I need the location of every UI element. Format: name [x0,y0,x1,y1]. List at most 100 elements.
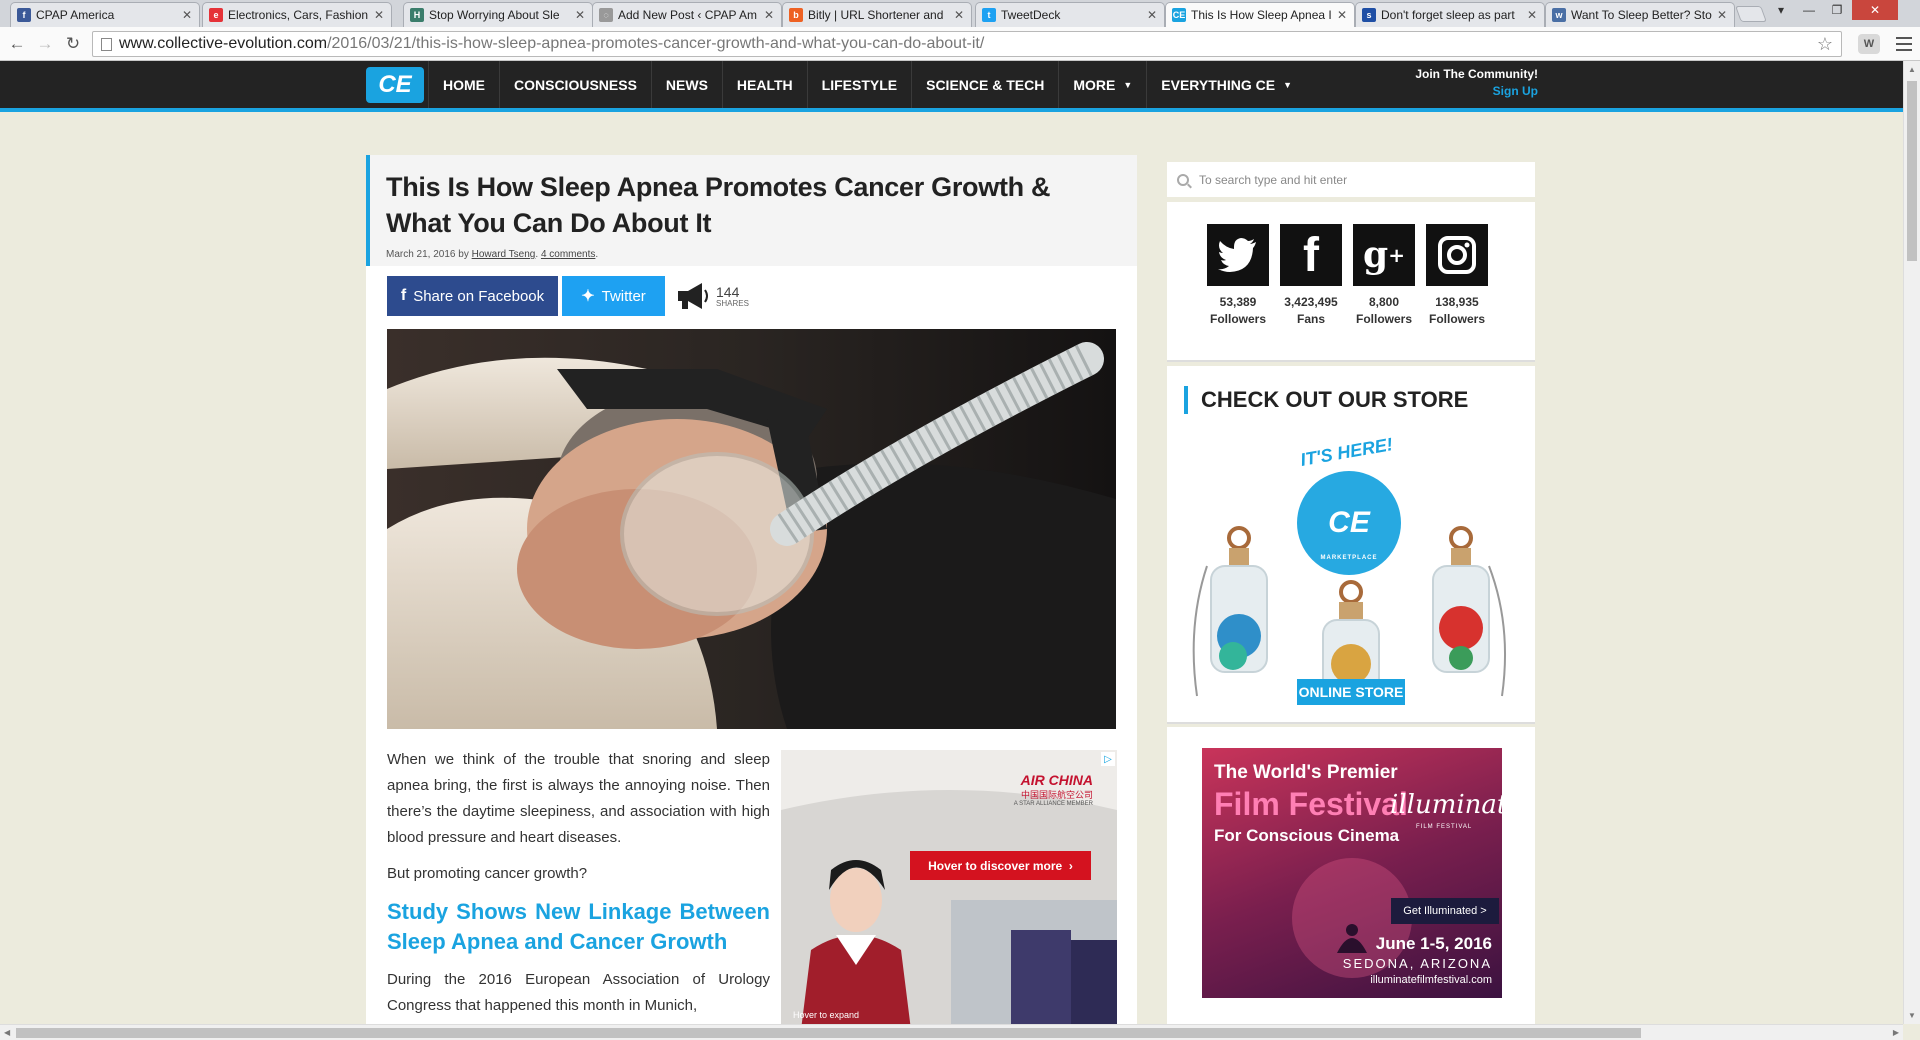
close-tab-icon[interactable]: ✕ [953,8,965,22]
vertical-scroll-thumb[interactable] [1907,81,1917,261]
film-line2: Film Festival [1214,786,1408,822]
get-illuminated-button[interactable]: Get Illuminated > [1391,898,1499,924]
browser-tab[interactable]: CE This Is How Sleep Apnea I ✕ [1165,2,1355,27]
address-bar[interactable]: www.collective-evolution.com/2016/03/21/… [92,31,1842,57]
search-input[interactable]: To search type and hit enter [1167,162,1535,197]
share-count-number: 144 [716,283,740,300]
online-store-button[interactable]: ONLINE STORE [1297,679,1405,705]
article-paragraph: When we think of the trouble that snorin… [387,751,770,846]
nav-item-label: HEALTH [736,76,793,93]
browser-menu-icon[interactable] [1896,35,1912,53]
nav-item-news[interactable]: NEWS [650,61,722,108]
film-website: illuminatefilmfestival.com [1370,974,1492,986]
site2-favicon-icon: w [1552,8,1566,22]
facebook-icon[interactable]: f [1280,224,1342,286]
close-tab-icon[interactable]: ✕ [1146,8,1158,22]
share-count: 144 SHARES [716,285,749,308]
new-tab-button[interactable] [1735,6,1767,22]
close-tab-icon[interactable]: ✕ [574,8,586,22]
minimize-button[interactable]: — [1796,0,1822,20]
close-tab-icon[interactable]: ✕ [181,8,193,22]
ce-favicon-icon: CE [1172,8,1186,22]
bookmark-star-icon[interactable]: ☆ [1817,34,1833,55]
social-instagram[interactable]: 138,935 Followers [1426,224,1488,328]
article-meta: March 21, 2016 by Howard Tseng. 4 commen… [386,249,599,260]
scroll-left-icon[interactable]: ◀ [4,1028,10,1037]
article-subheading: Study Shows New Linkage Between Sleep Ap… [387,899,770,954]
horizontal-scrollbar[interactable]: ◀ ▶ [0,1024,1903,1040]
browser-tab[interactable]: ◌ Add New Post ‹ CPAP Am ✕ [592,2,782,27]
forward-button[interactable]: → [34,33,56,55]
googleplus-icon[interactable]: g + [1353,224,1415,286]
browser-toolbar: ← → ↻ www.collective-evolution.com/2016/… [0,27,1920,61]
store-tagline: IT'S HERE! [1298,434,1395,470]
browser-tab[interactable]: w Want To Sleep Better? Sto ✕ [1545,2,1735,27]
nav-item-consciousness[interactable]: CONSCIOUSNESS [499,61,651,108]
close-tab-icon[interactable]: ✕ [1336,8,1348,22]
illuminate-logo: illuminate [1390,790,1502,820]
facebook-count-label: Fans [1296,312,1325,326]
article-header: This Is How Sleep Apnea Promotes Cancer … [366,155,1137,266]
twitter-icon[interactable] [1207,224,1269,286]
facebook-icon: f [400,287,407,304]
vertical-scrollbar[interactable]: ▲ ▼ [1903,61,1920,1024]
social-facebook[interactable]: f 3,423,495 Fans [1280,224,1342,328]
nav-item-science-tech[interactable]: SCIENCE & TECH [911,61,1058,108]
film-location: SEDONA, ARIZONA [1342,956,1492,971]
scroll-right-icon[interactable]: ▶ [1893,1028,1899,1037]
browser-tab[interactable]: e Electronics, Cars, Fashion, ✕ [202,2,392,27]
nav-item-everything-ce[interactable]: EVERYTHING CE ▼ [1146,61,1306,108]
browser-tab[interactable]: t TweetDeck ✕ [975,2,1165,27]
adchoices-icon[interactable]: ▷ [1101,752,1115,766]
nav-item-more[interactable]: MORE ▼ [1058,61,1146,108]
close-tab-icon[interactable]: ✕ [373,8,385,22]
instagram-count-label: Followers [1428,312,1485,326]
nav-item-home[interactable]: HOME [428,61,499,108]
instagram-icon[interactable] [1426,224,1488,286]
comments-link[interactable]: 4 comments [541,249,595,260]
tab-title: Electronics, Cars, Fashion, [228,8,369,22]
browser-tab[interactable]: b Bitly | URL Shortener and ✕ [782,2,972,27]
nav-item-health[interactable]: HEALTH [721,61,807,108]
nav-item-label: LIFESTYLE [821,76,898,93]
nav-item-label: MORE [1073,76,1116,93]
close-tab-icon[interactable]: ✕ [1526,8,1538,22]
site-logo[interactable]: CE [366,67,424,103]
ad-cta-label: Hover to discover more [928,858,1063,873]
close-window-button[interactable]: ✕ [1852,0,1898,20]
scroll-up-icon[interactable]: ▲ [1908,65,1916,74]
film-festival-ad[interactable]: The World's Premier Film Festival For Co… [1202,748,1502,998]
twitter-count: 53,389 [1219,295,1257,309]
tab-title: Want To Sleep Better? Sto [1571,8,1712,22]
share-facebook-button[interactable]: f Share on Facebook [387,276,558,316]
signup-link[interactable]: Sign Up [1380,84,1538,98]
browser-tab[interactable]: s Don't forget sleep as part ✕ [1355,2,1545,27]
googleplus-count: 8,800 [1368,295,1400,309]
scroll-down-icon[interactable]: ▼ [1908,1011,1916,1020]
nav-item-lifestyle[interactable]: LIFESTYLE [806,61,911,108]
air-china-ad[interactable]: ▷ AIR CHINA 中国国际航空公司 A STAR ALLIANCE MEM… [781,750,1117,1025]
share-facebook-label: Share on Facebook [413,287,545,305]
share-twitter-button[interactable]: ✦ Twitter [562,276,665,316]
back-button[interactable]: ← [6,33,28,55]
article-paragraph: But promoting cancer growth? [387,865,588,882]
author-link[interactable]: Howard Tseng [472,249,536,260]
chevron-right-icon: › [1068,858,1073,873]
marketplace-logo[interactable]: CE MARKETPLACE [1297,471,1401,575]
page-icon [101,38,112,51]
chevron-down-icon: ▼ [1283,79,1293,90]
ad-discover-button[interactable]: Hover to discover more › [910,851,1091,880]
maximize-button[interactable]: ❐ [1824,0,1850,20]
social-googleplus[interactable]: g + 8,800 Followers [1353,224,1415,328]
nav-item-label: HOME [443,76,485,93]
nav-item-label: EVERYTHING CE [1161,76,1276,93]
close-tab-icon[interactable]: ✕ [1716,8,1728,22]
close-tab-icon[interactable]: ✕ [763,8,775,22]
window-menu-button[interactable]: ▾ [1768,0,1794,20]
social-twitter[interactable]: 53,389 Followers [1207,224,1269,328]
extension-icon[interactable]: W [1858,34,1880,54]
reload-button[interactable]: ↻ [62,33,84,55]
browser-tab[interactable]: f CPAP America ✕ [10,2,200,27]
browser-tab[interactable]: H Stop Worrying About Sle ✕ [403,2,593,27]
horizontal-scroll-thumb[interactable] [16,1028,1641,1038]
